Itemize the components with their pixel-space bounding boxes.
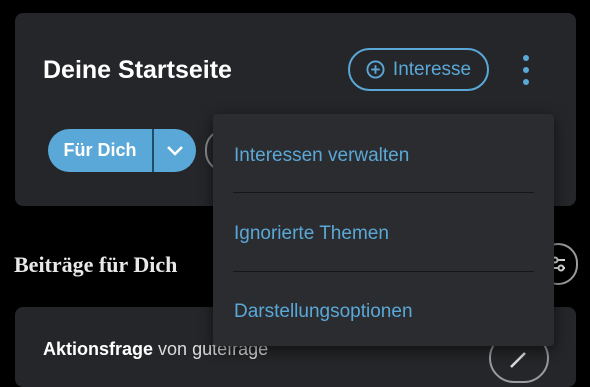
add-interest-button[interactable]: Interesse — [348, 48, 489, 91]
menu-divider — [233, 271, 534, 272]
post-by-word: von — [158, 339, 188, 359]
menu-item-manage-interests[interactable]: Interessen verwalten — [234, 145, 409, 167]
more-vertical-icon — [523, 55, 529, 61]
section-title: Beiträge für Dich — [14, 252, 178, 277]
post-type: Aktionsfrage — [43, 339, 154, 359]
chevron-down-icon — [167, 145, 183, 156]
menu-item-display-options[interactable]: Darstellungsoptionen — [234, 301, 413, 323]
options-dropdown-menu: Interessen verwalten Ignorierte Themen D… — [213, 114, 554, 346]
menu-item-ignored-topics[interactable]: Ignorierte Themen — [234, 223, 389, 245]
more-vertical-icon-dot — [523, 79, 529, 85]
more-vertical-icon-dot — [523, 67, 529, 73]
feed-filter-dropdown-toggle[interactable] — [154, 129, 196, 172]
page-title: Deine Startseite — [43, 56, 232, 84]
feed-filter-split-button: Für Dich — [48, 129, 196, 172]
add-interest-label: Interesse — [392, 58, 472, 80]
more-options-button[interactable] — [518, 52, 534, 88]
plus-circle-icon — [366, 60, 385, 79]
feed-filter-selected[interactable]: Für Dich — [48, 129, 152, 172]
menu-divider — [233, 192, 534, 193]
